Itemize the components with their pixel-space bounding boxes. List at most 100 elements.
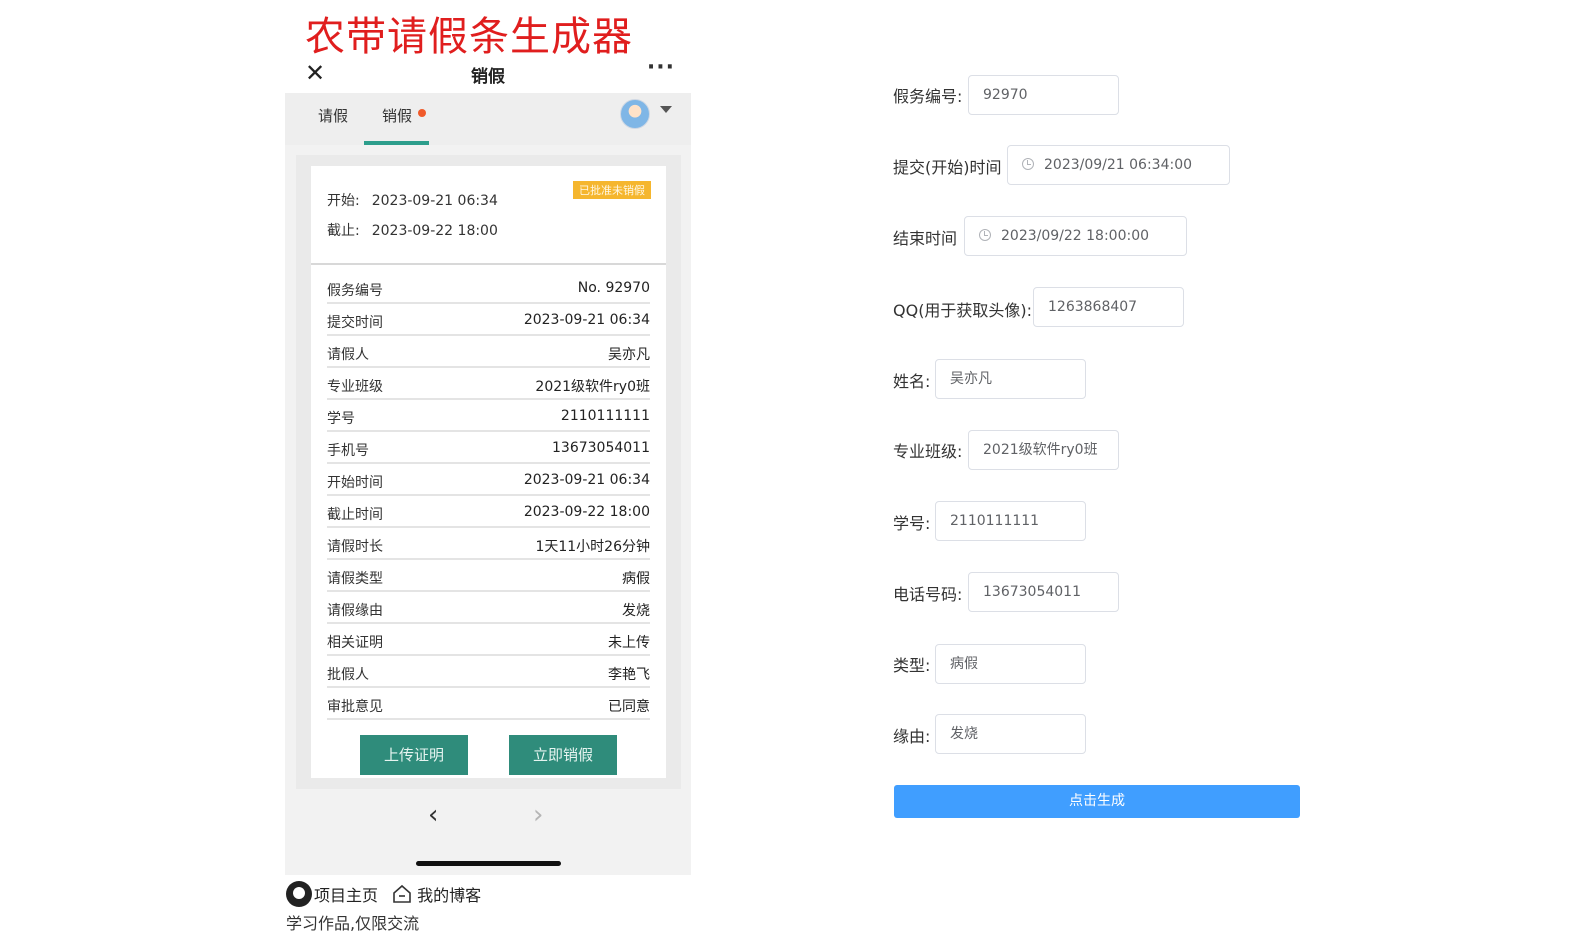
submit-time-picker[interactable]: 2023/09/21 06:34:00 — [1007, 145, 1230, 185]
submit-time-label: 提交(开始)时间 — [893, 158, 1002, 177]
table-row: 假务编号 No. 92970 — [327, 272, 650, 304]
row-label: 开始时间 — [327, 475, 383, 491]
table-row: 请假人 吴亦凡 — [327, 336, 650, 368]
row-value: 1天11小时26分钟 — [535, 539, 650, 555]
table-row: 请假时长 1天11小时26分钟 — [327, 528, 650, 560]
table-row: 请假缘由 发烧 — [327, 592, 650, 624]
row-value: 李艳飞 — [608, 667, 650, 683]
wechat-page-title: 销假 — [471, 67, 505, 87]
detail-table: 假务编号 No. 92970 提交时间 2023-09-21 06:34 请假人 吴亦… — [327, 272, 650, 720]
notification-dot — [418, 109, 426, 117]
row-value: 2023-09-21 06:34 — [523, 472, 650, 488]
row-value: 未上传 — [608, 635, 650, 651]
table-row: 手机号 13673054011 — [327, 432, 650, 464]
row-label: 手机号 — [327, 443, 369, 459]
leave-no-label: 假务编号: — [893, 87, 963, 106]
class-input[interactable]: 2021级软件ry0班 — [968, 430, 1119, 470]
upload-proof-button[interactable]: 上传证明 — [360, 735, 468, 775]
type-input[interactable]: 病假 — [935, 644, 1086, 684]
back-arrow-icon[interactable]: ‹ — [428, 800, 438, 830]
disclaimer: 学习作品,仅限交流 — [286, 914, 420, 933]
row-label: 请假类型 — [327, 571, 383, 587]
student-id-input[interactable]: 2110111111 — [935, 501, 1086, 541]
status-badge: 已批准未销假 — [573, 181, 651, 199]
project-home-link[interactable]: 项目主页 — [314, 882, 378, 906]
type-label: 类型: — [893, 656, 931, 675]
row-value: 发烧 — [622, 603, 650, 619]
table-row: 审批意见 已同意 — [327, 688, 650, 720]
row-label: 假务编号 — [327, 283, 383, 299]
table-row: 开始时间 2023-09-21 06:34 — [327, 464, 650, 496]
end-line: 截止: 2023-09-22 18:00 — [327, 220, 498, 240]
qq-label: QQ(用于获取头像): — [893, 301, 1033, 320]
end-value: 2023-09-22 18:00 — [371, 223, 498, 239]
qq-input[interactable]: 1263868407 — [1033, 287, 1184, 327]
row-value: 吴亦凡 — [608, 347, 650, 363]
start-line: 开始: 2023-09-21 06:34 — [327, 190, 498, 210]
phone-preview: ✕ 销假 ··· 请假 销假 开始: 2023-09-21 06:34 截止: 20… — [285, 55, 691, 875]
end-time-value: 2023/09/22 18:00:00 — [1001, 228, 1150, 244]
row-value: No. 92970 — [577, 280, 650, 296]
row-label: 提交时间 — [327, 315, 383, 331]
table-row: 提交时间 2023-09-21 06:34 — [327, 304, 650, 336]
phone-label: 电话号码: — [893, 585, 963, 604]
row-label: 学号 — [327, 411, 355, 427]
blog-link[interactable]: 我的博客 — [417, 882, 481, 906]
table-row: 相关证明 未上传 — [327, 624, 650, 656]
active-tab-indicator — [364, 141, 429, 145]
row-value: 2023-09-21 06:34 — [523, 312, 650, 328]
row-label: 专业班级 — [327, 379, 383, 395]
table-row: 学号 2110111111 — [327, 400, 650, 432]
row-value: 2023-09-22 18:00 — [523, 504, 650, 520]
name-input[interactable]: 吴亦凡 — [935, 359, 1086, 399]
row-value: 13673054011 — [552, 440, 650, 456]
submit-time-value: 2023/09/21 06:34:00 — [1044, 157, 1193, 173]
tab-bar: 请假 销假 — [285, 93, 691, 145]
end-label: 截止: — [327, 223, 360, 239]
end-time-picker[interactable]: 2023/09/22 18:00:00 — [964, 216, 1187, 256]
cancel-leave-button[interactable]: 立即销假 — [509, 735, 617, 775]
tab-leave-request[interactable]: 请假 — [318, 105, 348, 126]
leave-no-input[interactable]: 92970 — [968, 75, 1119, 115]
wechat-title-bar: ✕ 销假 ··· — [285, 55, 691, 93]
more-icon[interactable]: ··· — [647, 55, 675, 80]
forward-arrow-icon[interactable]: › — [533, 800, 543, 830]
row-label: 请假缘由 — [327, 603, 383, 619]
tab-cancel-leave[interactable]: 销假 — [382, 105, 412, 126]
avatar[interactable] — [620, 99, 650, 129]
reason-input[interactable]: 发烧 — [935, 714, 1086, 754]
row-value: 2021级软件ry0班 — [535, 379, 650, 395]
table-row: 请假类型 病假 — [327, 560, 650, 592]
row-value: 病假 — [622, 571, 650, 587]
card-header: 开始: 2023-09-21 06:34 截止: 2023-09-22 18:00 … — [311, 166, 666, 265]
clock-icon — [979, 229, 991, 241]
table-row: 专业班级 2021级软件ry0班 — [327, 368, 650, 400]
leave-card: 开始: 2023-09-21 06:34 截止: 2023-09-22 18:00 … — [311, 166, 666, 778]
row-value: 已同意 — [608, 699, 650, 715]
row-value: 2110111111 — [560, 408, 650, 424]
student-id-label: 学号: — [893, 514, 931, 533]
row-label: 截止时间 — [327, 507, 383, 523]
row-label: 请假时长 — [327, 539, 383, 555]
home-icon[interactable] — [391, 883, 413, 905]
start-label: 开始: — [327, 193, 360, 209]
start-value: 2023-09-21 06:34 — [371, 193, 498, 209]
row-label: 批假人 — [327, 667, 369, 683]
phone-input[interactable]: 13673054011 — [968, 572, 1119, 612]
clock-icon — [1022, 158, 1034, 170]
class-label: 专业班级: — [893, 442, 963, 461]
name-label: 姓名: — [893, 372, 931, 391]
github-icon[interactable] — [286, 881, 312, 907]
end-time-label: 结束时间 — [893, 229, 958, 248]
footer-links: 项目主页 我的博客 — [286, 881, 481, 907]
table-row: 批假人 李艳飞 — [327, 656, 650, 688]
card-container: 开始: 2023-09-21 06:34 截止: 2023-09-22 18:00 … — [296, 155, 681, 789]
caret-down-icon[interactable] — [660, 106, 672, 113]
row-label: 审批意见 — [327, 699, 383, 715]
generate-button[interactable]: 点击生成 — [894, 785, 1300, 818]
home-indicator — [416, 861, 561, 866]
table-row: 截止时间 2023-09-22 18:00 — [327, 496, 650, 528]
row-label: 相关证明 — [327, 635, 383, 651]
reason-label: 缘由: — [893, 727, 931, 746]
page-title: 农带请假条生成器 — [305, 14, 633, 60]
